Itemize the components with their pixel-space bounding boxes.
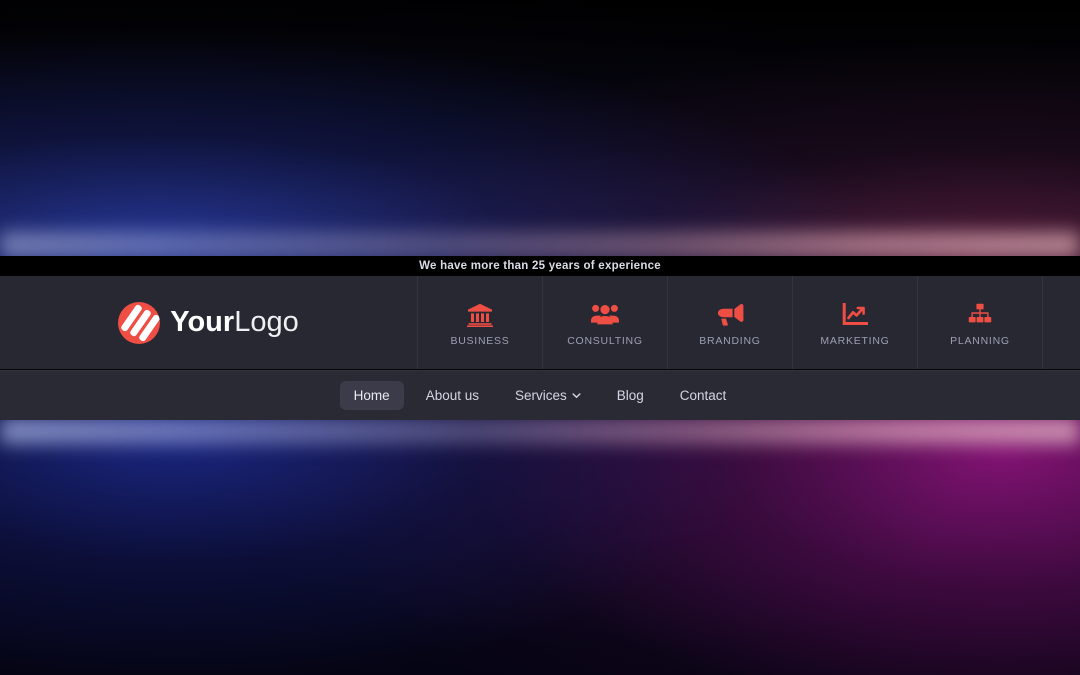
announcement-bar: We have more than 25 years of experience: [0, 256, 1080, 276]
brand-name: YourLogo: [170, 308, 298, 337]
hero-glow-band-bottom: [0, 418, 1080, 444]
site-header: YourLogo BUSINESS CONSULTING BRANDING MA…: [0, 276, 1080, 369]
brand-name-bold: Your: [170, 306, 235, 338]
slashes-circle-logo-icon: [118, 301, 161, 344]
nav-label: About us: [425, 388, 479, 403]
nav-label: Blog: [616, 388, 644, 403]
service-highlights: BUSINESS CONSULTING BRANDING MARKETING P…: [417, 276, 1080, 369]
chevron-down-icon: [572, 391, 581, 400]
service-item-consulting[interactable]: CONSULTING: [542, 276, 667, 369]
nav-label: Services: [514, 388, 567, 403]
main-navigation: Home About us Services Blog Contact: [0, 370, 1080, 420]
hero-background-top: [0, 0, 1080, 256]
brand-logo[interactable]: YourLogo: [118, 301, 299, 344]
nav-item-services[interactable]: Services: [501, 381, 595, 410]
users-group-icon: [591, 303, 619, 327]
nav-item-contact[interactable]: Contact: [666, 381, 741, 410]
service-item-branding[interactable]: BRANDING: [667, 276, 792, 369]
service-label: BUSINESS: [450, 334, 510, 347]
nav-item-blog[interactable]: Blog: [603, 381, 658, 410]
service-label: PLANNING: [950, 334, 1010, 347]
service-label: BRANDING: [699, 334, 761, 347]
service-item-overflow[interactable]: [1042, 276, 1080, 369]
chart-line-up-icon: [842, 302, 868, 327]
sitemap-icon: [968, 303, 992, 327]
service-label: MARKETING: [820, 334, 890, 347]
hero-glow-band-top: [0, 232, 1080, 258]
logo-area[interactable]: YourLogo: [0, 276, 417, 369]
bank-icon: [467, 303, 493, 327]
service-item-business[interactable]: BUSINESS: [417, 276, 542, 369]
brand-name-light: Logo: [234, 306, 299, 338]
service-label: CONSULTING: [567, 334, 643, 347]
service-item-marketing[interactable]: MARKETING: [792, 276, 917, 369]
nav-item-home[interactable]: Home: [339, 381, 404, 410]
nav-label: Contact: [679, 388, 727, 403]
announcement-text: We have more than 25 years of experience: [419, 260, 661, 272]
nav-label: Home: [353, 388, 390, 403]
bullhorn-icon: [717, 303, 744, 327]
hero-background-bottom: [0, 420, 1080, 675]
service-item-planning[interactable]: PLANNING: [917, 276, 1042, 369]
nav-list: Home About us Services Blog Contact: [339, 381, 741, 410]
nav-item-about-us[interactable]: About us: [412, 381, 493, 410]
